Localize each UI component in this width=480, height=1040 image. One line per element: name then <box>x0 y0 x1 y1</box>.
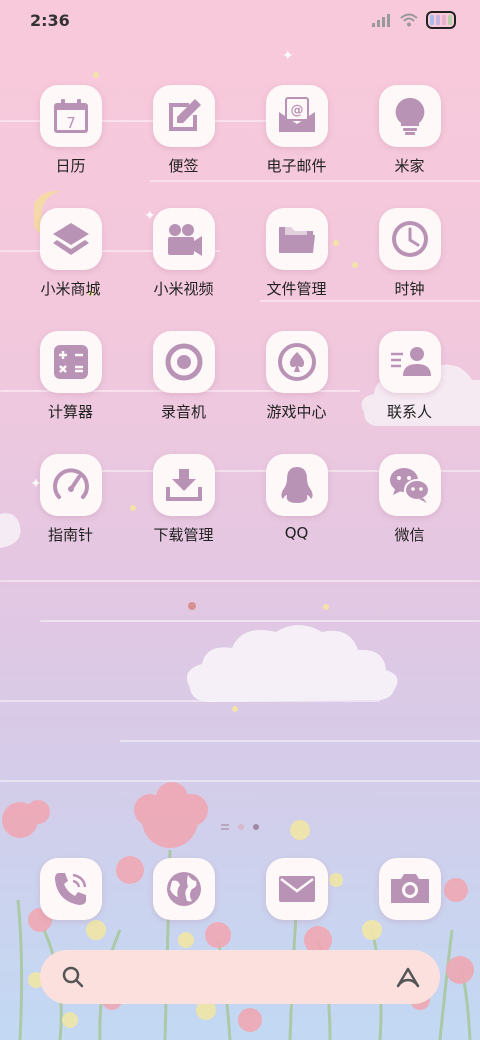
app-icon-tile <box>152 331 215 393</box>
app-icon-tile <box>265 858 328 920</box>
app-icon-tile <box>152 858 215 920</box>
app-calculator[interactable]: 计算器 <box>14 331 127 422</box>
app-icon-tile <box>152 208 215 270</box>
assistant-icon[interactable] <box>394 966 422 988</box>
download-icon <box>165 469 202 501</box>
app-label: 时钟 <box>394 280 425 298</box>
camera-icon <box>390 874 429 903</box>
app-label: QQ <box>284 524 309 542</box>
mail-icon <box>278 876 315 902</box>
app-label: 电子邮件 <box>266 157 327 175</box>
notes-icon <box>168 99 201 131</box>
app-icon-tile <box>39 454 102 516</box>
app-label: 日历 <box>55 157 86 175</box>
dock-phone[interactable] <box>14 858 127 920</box>
app-icon-tile <box>265 208 328 270</box>
app-label: 联系人 <box>386 403 432 421</box>
app-label: 录音机 <box>160 403 206 421</box>
app-notes[interactable]: 便签 <box>127 85 240 176</box>
calculator-icon <box>53 345 88 379</box>
app-download-manager[interactable]: 下载管理 <box>127 454 240 545</box>
app-label: 米家 <box>394 157 425 175</box>
app-icon-tile <box>39 208 102 270</box>
app-mi-store[interactable]: 小米商城 <box>14 208 127 299</box>
app-label: 小米商城 <box>40 280 101 298</box>
phone-icon <box>54 873 86 905</box>
svg-text:@: @ <box>290 103 303 118</box>
dock-camera[interactable] <box>353 858 466 920</box>
wechat-icon <box>389 468 430 503</box>
app-icon-tile <box>152 85 215 147</box>
app-label: 便签 <box>168 157 199 175</box>
record-icon <box>165 343 202 381</box>
app-icon-tile <box>378 208 441 270</box>
page-indicator-menu[interactable] <box>221 824 229 830</box>
page-dot-active[interactable] <box>253 824 259 830</box>
spade-icon <box>277 343 316 381</box>
app-wechat[interactable]: 微信 <box>353 454 466 545</box>
app-clock[interactable]: 时钟 <box>353 208 466 299</box>
app-label: 微信 <box>394 526 425 544</box>
compass-gauge-icon <box>52 468 89 499</box>
dock-messages[interactable] <box>240 858 353 920</box>
app-recorder[interactable]: 录音机 <box>127 331 240 422</box>
app-icon-tile <box>265 454 328 516</box>
search-icon[interactable] <box>62 966 84 988</box>
app-icon-tile <box>378 454 441 516</box>
lightbulb-icon <box>395 97 424 135</box>
status-time: 2:36 <box>30 10 70 30</box>
app-grid: 7 日历 便签 @ 电子邮件 米家 小米商城 小米视频 文件管理 时钟 计算器 … <box>14 85 466 545</box>
app-icon-tile: 7 <box>39 85 102 147</box>
globe-icon <box>166 872 201 906</box>
app-icon-tile <box>152 454 215 516</box>
app-email[interactable]: @ 电子邮件 <box>240 85 353 176</box>
dock <box>14 858 466 920</box>
app-label: 游戏中心 <box>266 403 327 421</box>
app-label: 文件管理 <box>266 280 327 298</box>
contacts-icon <box>390 347 431 376</box>
app-calendar[interactable]: 7 日历 <box>14 85 127 176</box>
app-game-center[interactable]: 游戏中心 <box>240 331 353 422</box>
app-file-manager[interactable]: 文件管理 <box>240 208 353 299</box>
app-compass[interactable]: 指南针 <box>14 454 127 545</box>
clock-icon <box>391 221 428 257</box>
page-indicator <box>0 824 480 830</box>
app-icon-tile: @ <box>265 85 328 147</box>
app-label: 小米视频 <box>153 280 214 298</box>
page-dot[interactable] <box>238 824 244 830</box>
app-qq[interactable]: QQ <box>240 454 353 545</box>
dock-browser[interactable] <box>127 858 240 920</box>
app-label: 计算器 <box>47 403 93 421</box>
app-icon-tile <box>265 331 328 393</box>
calendar-icon: 7 <box>53 99 88 133</box>
app-contacts[interactable]: 联系人 <box>353 331 466 422</box>
video-camera-icon <box>167 224 202 256</box>
app-label: 指南针 <box>47 526 93 544</box>
search-bar[interactable] <box>40 950 440 1004</box>
app-icon-tile <box>378 85 441 147</box>
calendar-day: 7 <box>66 114 76 132</box>
wifi-icon <box>400 13 418 27</box>
penguin-icon <box>280 467 313 503</box>
layers-icon <box>52 223 89 255</box>
app-label: 下载管理 <box>153 526 214 544</box>
status-icons <box>372 11 456 29</box>
app-mi-video[interactable]: 小米视频 <box>127 208 240 299</box>
app-icon-tile <box>378 858 441 920</box>
email-icon: @ <box>278 97 315 132</box>
app-icon-tile <box>39 331 102 393</box>
status-bar: 2:36 <box>0 0 480 40</box>
signal-icon <box>372 14 390 27</box>
app-icon-tile <box>378 331 441 393</box>
app-mijia[interactable]: 米家 <box>353 85 466 176</box>
app-icon-tile <box>39 858 102 920</box>
folder-icon <box>278 225 315 253</box>
battery-icon <box>426 11 456 29</box>
